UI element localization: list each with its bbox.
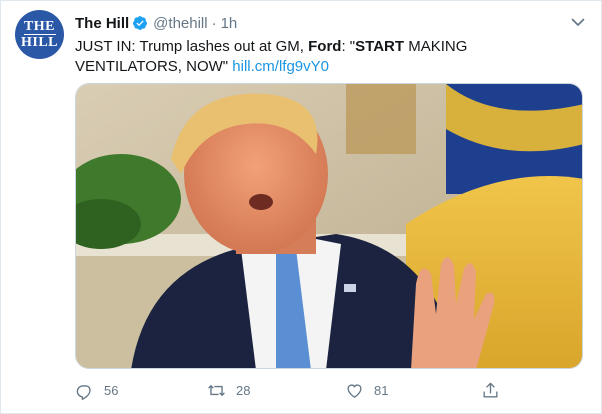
- avatar-text-line1: THE: [23, 18, 56, 34]
- tweet-text-bold-start: START: [355, 38, 405, 55]
- reply-icon: [75, 381, 94, 400]
- account-handle[interactable]: @thehill: [153, 15, 207, 32]
- like-button[interactable]: 81: [345, 378, 388, 402]
- retweet-icon: [207, 381, 226, 400]
- reply-count: 56: [104, 382, 119, 398]
- avatar-text-line2: HILL: [20, 35, 58, 50]
- share-button[interactable]: [481, 378, 500, 402]
- chevron-down-icon[interactable]: [569, 13, 587, 31]
- tweet-text-prefix: JUST IN: Trump lashes out at GM,: [75, 38, 309, 55]
- tweet-actions: 56 28 81: [75, 378, 515, 402]
- tweet-text: JUST IN: Trump lashes out at GM, Ford: "…: [75, 37, 575, 77]
- tweet-card[interactable]: THE HILL The Hill @thehill · 1h JUST IN:…: [0, 0, 602, 414]
- separator-dot: ·: [211, 14, 217, 32]
- tweet-photo[interactable]: [75, 83, 583, 369]
- account-name[interactable]: The Hill: [75, 15, 129, 32]
- retweet-count: 28: [236, 382, 251, 398]
- reply-button[interactable]: 56: [75, 378, 118, 402]
- tweet-timestamp[interactable]: 1h: [221, 15, 238, 32]
- tweet-text-mid: : ": [341, 38, 356, 55]
- tweet-text-bold-ford: Ford: [308, 38, 342, 55]
- verified-badge-icon: [132, 15, 148, 31]
- photo-illustration: [76, 84, 582, 368]
- tweet-header: The Hill @thehill · 1h: [75, 13, 587, 33]
- share-icon: [481, 381, 500, 400]
- heart-icon: [345, 381, 364, 400]
- tweet-link[interactable]: hill.cm/lfg9vY0: [232, 58, 329, 75]
- like-count: 81: [374, 382, 389, 398]
- avatar[interactable]: THE HILL: [15, 10, 64, 59]
- retweet-button[interactable]: 28: [207, 378, 250, 402]
